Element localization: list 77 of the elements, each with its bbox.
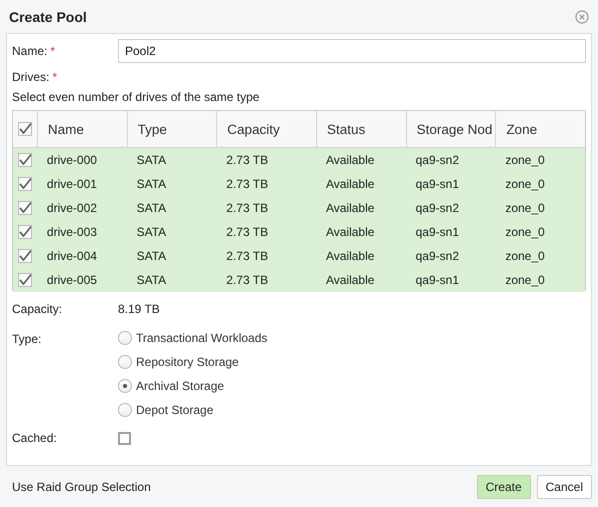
radio-label[interactable]: Transactional Workloads — [136, 331, 268, 345]
column-header[interactable]: Zone — [495, 111, 585, 147]
table-cell: SATA — [136, 225, 166, 239]
capacity-value: 8.19 TB — [118, 302, 160, 316]
row-checkbox[interactable] — [18, 273, 32, 287]
table-cell: 2.73 TB — [226, 153, 268, 167]
cached-checkbox[interactable] — [118, 432, 131, 444]
row-checkbox[interactable] — [18, 225, 32, 239]
table-cell: SATA — [136, 177, 166, 191]
table-cell: 2.73 TB — [226, 249, 268, 263]
name-input-field[interactable]: Pool2 — [118, 39, 586, 63]
row-checkbox[interactable] — [18, 153, 32, 167]
table-cell: zone_0 — [505, 273, 545, 287]
table-row[interactable]: drive-000 SATA 2.73 TB Available qa9-sn2 zone_0 — [13, 148, 585, 172]
radio-label[interactable]: Archival Storage — [136, 379, 224, 393]
table-row[interactable]: drive-003 SATA 2.73 TB Available qa9-sn1 zone_0 — [13, 220, 585, 244]
field-label: Capacity: — [12, 302, 64, 316]
table-cell: drive-005 — [46, 273, 97, 287]
table-row[interactable]: drive-004 SATA 2.73 TB Available qa9-sn2 zone_0 — [13, 244, 585, 268]
create-button[interactable]: Create — [476, 474, 531, 498]
field-label: Name: * — [12, 44, 56, 58]
table-cell: SATA — [136, 153, 166, 167]
table-cell: drive-004 — [46, 249, 97, 263]
radio-button[interactable] — [118, 403, 132, 417]
raid-group-link[interactable]: Use Raid Group Selection — [12, 480, 151, 494]
hint-text: Select even number of drives of the same type — [12, 90, 260, 104]
table-cell: Available — [326, 153, 374, 167]
radio-button[interactable] — [118, 355, 132, 369]
table-cell: zone_0 — [505, 153, 545, 167]
field-label: Type: — [12, 332, 42, 346]
table-row[interactable]: drive-002 SATA 2.73 TB Available qa9-sn2 zone_0 — [13, 196, 585, 220]
row-checkbox[interactable] — [18, 177, 32, 191]
table-row[interactable]: drive-005 SATA 2.73 TB Available qa9-sn1 zone_0 — [13, 268, 585, 292]
table-cell: qa9-sn1 — [416, 273, 459, 287]
column-header[interactable]: Storage Nod — [406, 111, 496, 147]
table-cell: zone_0 — [505, 201, 545, 215]
column-header[interactable]: Name — [36, 111, 127, 147]
table-cell: Available — [326, 201, 374, 215]
table-cell: 2.73 TB — [226, 273, 268, 287]
table-cell: SATA — [136, 249, 166, 263]
table-cell: zone_0 — [505, 249, 545, 263]
field-label: Cached: — [12, 431, 58, 445]
table-cell: drive-003 — [46, 225, 97, 239]
radio-button[interactable] — [118, 379, 132, 393]
table-cell: zone_0 — [505, 225, 545, 239]
table-cell: Available — [326, 177, 374, 191]
table-cell: drive-002 — [46, 201, 97, 215]
row-checkbox[interactable] — [18, 249, 32, 263]
table-cell: Available — [326, 273, 374, 287]
table-cell: 2.73 TB — [226, 201, 268, 215]
field-label: Drives: * — [12, 70, 58, 84]
close-icon[interactable] — [575, 10, 589, 24]
column-header[interactable]: Status — [316, 111, 406, 147]
radio-label[interactable]: Repository Storage — [136, 355, 239, 369]
window-title: Create Pool — [9, 8, 87, 24]
table-cell: qa9-sn1 — [416, 177, 459, 191]
table-cell: 2.73 TB — [226, 177, 268, 191]
column-header[interactable]: Capacity — [216, 111, 316, 147]
table-cell: 2.73 TB — [226, 225, 268, 239]
table-cell: Available — [326, 249, 374, 263]
table-cell: Available — [326, 225, 374, 239]
table-cell: qa9-sn2 — [416, 153, 459, 167]
table-cell: qa9-sn1 — [416, 225, 459, 239]
radio-label[interactable]: Depot Storage — [136, 403, 214, 417]
table-cell: qa9-sn2 — [416, 249, 459, 263]
cancel-button[interactable]: Cancel — [536, 474, 592, 498]
table-row[interactable]: drive-001 SATA 2.73 TB Available qa9-sn1 zone_0 — [13, 172, 585, 196]
table-cell: zone_0 — [505, 177, 545, 191]
table-cell: drive-001 — [46, 177, 97, 191]
table-cell: drive-000 — [46, 153, 97, 167]
table-cell: SATA — [136, 273, 166, 287]
radio-button[interactable] — [118, 331, 132, 345]
table-cell: qa9-sn2 — [416, 201, 459, 215]
select-all-checkbox[interactable] — [18, 122, 32, 136]
row-checkbox[interactable] — [18, 201, 32, 215]
column-header[interactable]: Type — [126, 111, 216, 147]
table-cell: SATA — [136, 201, 166, 215]
